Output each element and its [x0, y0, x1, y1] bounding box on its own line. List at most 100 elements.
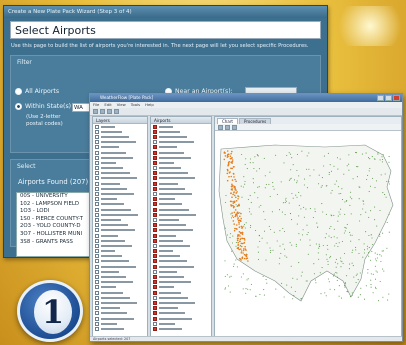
- minimize-button[interactable]: [377, 95, 384, 101]
- checkbox[interactable]: [95, 150, 99, 155]
- checkbox[interactable]: [95, 134, 99, 139]
- checkbox[interactable]: [95, 223, 99, 228]
- checkbox[interactable]: [153, 171, 157, 176]
- menu-tools[interactable]: Tools: [131, 102, 140, 108]
- checkbox[interactable]: [153, 290, 157, 295]
- checkbox[interactable]: [95, 316, 99, 321]
- checkbox[interactable]: [95, 217, 99, 222]
- checkbox[interactable]: [153, 155, 157, 160]
- checkbox[interactable]: [95, 181, 99, 186]
- checkbox[interactable]: [153, 212, 157, 217]
- list-item[interactable]: 1O3 - LODI: [20, 208, 99, 216]
- checkbox[interactable]: [153, 129, 157, 134]
- toolbar-button[interactable]: [114, 109, 119, 114]
- checkbox[interactable]: [95, 290, 99, 295]
- list-item[interactable]: 00S - UNIVERSITY: [20, 193, 99, 201]
- checkbox[interactable]: [95, 160, 99, 165]
- tree-row[interactable]: [93, 326, 147, 331]
- checkbox[interactable]: [153, 269, 157, 274]
- pan-icon[interactable]: [232, 124, 237, 130]
- maximize-button[interactable]: [385, 95, 392, 101]
- checkbox[interactable]: [153, 145, 157, 150]
- zoom-out-icon[interactable]: [225, 124, 230, 130]
- checkbox[interactable]: [153, 300, 157, 305]
- checkbox[interactable]: [153, 249, 157, 254]
- checkbox[interactable]: [95, 171, 99, 176]
- checkbox[interactable]: [95, 300, 99, 305]
- checkbox[interactable]: [95, 280, 99, 285]
- checkbox[interactable]: [95, 264, 99, 269]
- zoom-in-icon[interactable]: [218, 124, 223, 130]
- menu-file[interactable]: File: [93, 102, 99, 108]
- checkbox[interactable]: [153, 311, 157, 316]
- checkbox[interactable]: [153, 316, 157, 321]
- toolbar-button[interactable]: [107, 109, 112, 114]
- checkbox[interactable]: [153, 202, 157, 207]
- checkbox[interactable]: [95, 140, 99, 145]
- list-item[interactable]: 3O7 - HOLLISTER MUNI: [20, 231, 99, 239]
- checkbox[interactable]: [153, 217, 157, 222]
- checkbox[interactable]: [95, 145, 99, 150]
- checkbox[interactable]: [153, 124, 157, 129]
- checkbox[interactable]: [153, 295, 157, 300]
- checkbox[interactable]: [95, 238, 99, 243]
- radio-button[interactable]: [15, 88, 22, 95]
- list-item[interactable]: 1S0 - PIERCE COUNTY-T: [20, 216, 99, 224]
- checkbox[interactable]: [95, 306, 99, 311]
- checkbox[interactable]: [95, 166, 99, 171]
- checkbox[interactable]: [153, 321, 157, 326]
- airport-list[interactable]: 00S - UNIVERSITY 102 - LAMPSON FIELD 1O3…: [16, 192, 100, 257]
- checkbox[interactable]: [95, 129, 99, 134]
- list-item[interactable]: 2O3 - YOLO COUNTY-D: [20, 223, 99, 231]
- menu-view[interactable]: View: [117, 102, 126, 108]
- menu-help[interactable]: Help: [145, 102, 154, 108]
- checkbox[interactable]: [153, 254, 157, 259]
- us-airport-map[interactable]: [215, 131, 401, 336]
- checkbox[interactable]: [95, 326, 99, 331]
- checkbox[interactable]: [95, 285, 99, 290]
- checkbox[interactable]: [153, 160, 157, 165]
- checkbox[interactable]: [95, 233, 99, 238]
- checkbox[interactable]: [153, 207, 157, 212]
- checkbox[interactable]: [95, 197, 99, 202]
- checkbox[interactable]: [153, 192, 157, 197]
- tab-procedures[interactable]: Procedures: [239, 118, 272, 124]
- radio-within-states[interactable]: Within State(s): [15, 103, 71, 110]
- checkbox[interactable]: [153, 140, 157, 145]
- checkbox[interactable]: [153, 181, 157, 186]
- checkbox[interactable]: [153, 306, 157, 311]
- checkbox[interactable]: [95, 249, 99, 254]
- checkbox[interactable]: [153, 285, 157, 290]
- tab-chart[interactable]: Chart: [217, 118, 238, 124]
- checkbox[interactable]: [153, 166, 157, 171]
- tree-row[interactable]: [151, 326, 211, 331]
- radio-button-selected[interactable]: [15, 103, 22, 110]
- checkbox[interactable]: [95, 228, 99, 233]
- checkbox[interactable]: [95, 254, 99, 259]
- list-item[interactable]: 102 - LAMPSON FIELD: [20, 201, 99, 209]
- checkbox[interactable]: [153, 280, 157, 285]
- checkbox[interactable]: [153, 243, 157, 248]
- checkbox[interactable]: [153, 134, 157, 139]
- checkbox[interactable]: [153, 275, 157, 280]
- checkbox[interactable]: [153, 233, 157, 238]
- checkbox[interactable]: [153, 264, 157, 269]
- checkbox[interactable]: [153, 223, 157, 228]
- checkbox[interactable]: [153, 228, 157, 233]
- checkbox[interactable]: [95, 269, 99, 274]
- checkbox[interactable]: [95, 321, 99, 326]
- checkbox[interactable]: [153, 176, 157, 181]
- checkbox[interactable]: [153, 259, 157, 264]
- close-button[interactable]: [393, 95, 400, 101]
- checkbox[interactable]: [153, 238, 157, 243]
- checkbox[interactable]: [153, 326, 157, 331]
- checkbox[interactable]: [95, 202, 99, 207]
- list-item[interactable]: 3S8 - GRANTS PASS: [20, 239, 99, 247]
- checkbox[interactable]: [95, 124, 99, 129]
- checkbox[interactable]: [95, 192, 99, 197]
- checkbox[interactable]: [95, 295, 99, 300]
- checkbox[interactable]: [95, 275, 99, 280]
- checkbox[interactable]: [95, 311, 99, 316]
- checkbox[interactable]: [95, 243, 99, 248]
- toolbar-button[interactable]: [93, 109, 98, 114]
